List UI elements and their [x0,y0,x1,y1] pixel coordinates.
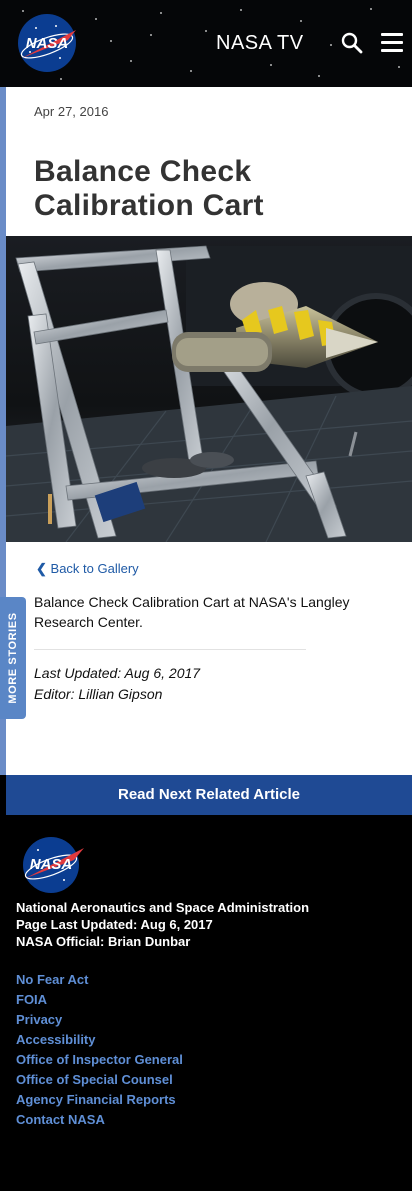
nasa-logo[interactable]: NASA [16,12,78,74]
footer-link-accessibility[interactable]: Accessibility [16,1030,183,1050]
divider [34,649,306,650]
chevron-left-icon: ❮ [36,561,47,576]
article-image[interactable] [6,236,412,542]
page-title: Balance Check Calibration Cart [34,155,264,222]
editor: Editor: Lillian Gipson [34,686,163,702]
back-to-gallery-label: Back to Gallery [50,561,139,576]
read-next-article-button[interactable]: Read Next Related Article [6,775,412,815]
back-to-gallery-link[interactable]: ❮ Back to Gallery [36,561,139,577]
image-caption: Balance Check Calibration Cart at NASA's… [34,594,350,630]
nasa-official: NASA Official: Brian Dunbar [16,934,191,949]
more-stories-label: MORE STORIES [7,612,19,704]
footer-link-special-counsel[interactable]: Office of Special Counsel [16,1070,183,1090]
article-content: Apr 27, 2016 Balance Check Calibration C… [6,87,412,775]
footer-link-foia[interactable]: FOIA [16,990,183,1010]
hamburger-menu-icon[interactable] [381,33,403,52]
footer-link-inspector-general[interactable]: Office of Inspector General [16,1050,183,1070]
agency-name: National Aeronautics and Space Administr… [16,900,310,915]
footer-link-contact-nasa[interactable]: Contact NASA [16,1110,183,1130]
page-last-updated: Page Last Updated: Aug 6, 2017 [16,917,213,932]
footer-logo-text: NASA [30,856,73,873]
footer-link-privacy[interactable]: Privacy [16,1010,183,1030]
nasa-logo-text: NASA [26,35,69,52]
nasa-tv-link[interactable]: NASA TV [216,32,304,55]
footer-links: No Fear Act FOIA Privacy Accessibility O… [16,970,183,1130]
more-stories-tab[interactable]: MORE STORIES [0,597,26,719]
agency-info: National Aeronautics and Space Administr… [16,899,309,950]
footer-nasa-logo[interactable]: NASA [20,834,86,894]
last-updated: Last Updated: Aug 6, 2017 [34,665,201,681]
search-icon[interactable] [341,32,363,54]
footer-link-no-fear-act[interactable]: No Fear Act [16,970,183,990]
article-date: Apr 27, 2016 [34,104,109,119]
article-meta: Last Updated: Aug 6, 2017 Editor: Lillia… [34,663,200,705]
site-header: NASA NASA TV [0,0,412,87]
footer-link-financial-reports[interactable]: Agency Financial Reports [16,1090,183,1110]
